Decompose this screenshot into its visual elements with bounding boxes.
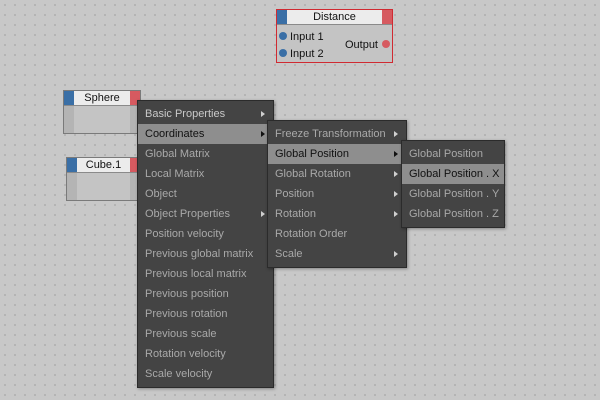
menu-item-label: Previous scale [145,328,217,340]
menu-item-label: Rotation [275,208,316,220]
menu-item-previous-local-matrix[interactable]: Previous local matrix [138,264,273,284]
menu-item-object[interactable]: Object [138,184,273,204]
sphere-node[interactable]: Sphere [63,90,141,134]
menu-item-label: Position velocity [145,228,224,240]
submenu-arrow-icon [394,191,398,197]
menu-item-label: Global Position . Y [409,188,500,200]
input-port-handle[interactable] [67,158,77,172]
menu-item-label: Global Position . X [409,168,500,180]
node-title: Distance [313,11,356,23]
node-header[interactable]: Cube.1 [67,158,140,173]
menu-item-position[interactable]: Position [268,184,406,204]
menu-item-previous-position[interactable]: Previous position [138,284,273,304]
node-body [64,106,140,133]
cube-node[interactable]: Cube.1 [66,157,141,201]
menu-item-label: Rotation velocity [145,348,226,360]
output-dot-icon[interactable] [382,40,390,49]
menu-item-label: Global Rotation [275,168,351,180]
menu-item-label: Object Properties [145,208,230,220]
menu-item-label: Rotation Order [275,228,348,240]
node-title: Cube.1 [85,159,122,171]
input-port-handle[interactable] [64,91,74,105]
submenu-arrow-icon [261,211,265,217]
node-body: Input 1 Input 2 Output [277,25,392,62]
distance-node[interactable]: Distance Input 1 Input 2 Output [276,9,393,63]
output-label: Output [344,39,378,51]
menu-item-previous-rotation[interactable]: Previous rotation [138,304,273,324]
menu-item-rotation[interactable]: Rotation [268,204,406,224]
input-dot-icon[interactable] [279,32,287,41]
menu-item-basic-properties[interactable]: Basic Properties [138,104,273,124]
menu-item-label: Object [145,188,177,200]
menu-item-label: Position [275,188,315,200]
menu-item-global-position[interactable]: Global Position [268,144,406,164]
node-header[interactable]: Sphere [64,91,140,106]
menu-item-label: Scale velocity [145,368,213,380]
menu-item-scale-velocity[interactable]: Scale velocity [138,364,273,384]
menu-item-label: Global Matrix [145,148,210,160]
menu-item-global-position-z[interactable]: Global Position . Z [402,204,504,224]
menu-item-object-properties[interactable]: Object Properties [138,204,273,224]
menu-item-label: Basic Properties [145,108,226,120]
menu-item-label: Previous local matrix [145,268,247,280]
submenu-arrow-icon [394,151,398,157]
submenu-arrow-icon [394,171,398,177]
input-2-port[interactable]: Input 2 [279,46,324,62]
menu-item-global-rotation[interactable]: Global Rotation [268,164,406,184]
menu-item-freeze-transformation[interactable]: Freeze Transformation [268,124,406,144]
output-port[interactable]: Output [345,37,390,53]
input-dot-icon[interactable] [279,49,287,58]
context-menu-global-position: Global Position Global Position . X Glob… [401,140,505,228]
menu-item-coordinates[interactable]: Coordinates [138,124,273,144]
menu-item-global-position-all[interactable]: Global Position [402,144,504,164]
menu-item-label: Previous global matrix [145,248,254,260]
menu-item-label: Previous rotation [145,308,228,320]
menu-item-label: Global Position . Z [409,208,499,220]
menu-item-label: Coordinates [145,128,205,140]
submenu-arrow-icon [394,251,398,257]
menu-item-local-matrix[interactable]: Local Matrix [138,164,273,184]
node-header[interactable]: Distance [277,10,392,25]
context-menu-coordinates: Freeze Transformation Global Position Gl… [267,120,407,268]
menu-item-global-matrix[interactable]: Global Matrix [138,144,273,164]
menu-item-global-position-y[interactable]: Global Position . Y [402,184,504,204]
menu-item-label: Global Position [275,148,349,160]
menu-item-global-position-x[interactable]: Global Position . X [402,164,504,184]
menu-item-position-velocity[interactable]: Position velocity [138,224,273,244]
node-left-strip [67,173,77,200]
menu-item-label: Scale [275,248,303,260]
menu-item-scale[interactable]: Scale [268,244,406,264]
output-port-handle[interactable] [382,10,392,24]
menu-item-previous-global-matrix[interactable]: Previous global matrix [138,244,273,264]
input-1-port[interactable]: Input 1 [279,29,324,45]
menu-item-label: Global Position [409,148,483,160]
node-left-strip [64,106,74,133]
submenu-arrow-icon [261,111,265,117]
context-menu-main: Basic Properties Coordinates Global Matr… [137,100,274,388]
submenu-arrow-icon [261,131,265,137]
menu-item-label: Previous position [145,288,229,300]
menu-item-previous-scale[interactable]: Previous scale [138,324,273,344]
submenu-arrow-icon [394,211,398,217]
input-port-handle[interactable] [277,10,287,24]
input-1-label: Input 1 [290,31,324,43]
menu-item-rotation-order[interactable]: Rotation Order [268,224,406,244]
menu-item-rotation-velocity[interactable]: Rotation velocity [138,344,273,364]
submenu-arrow-icon [394,131,398,137]
menu-item-label: Local Matrix [145,168,205,180]
menu-item-label: Freeze Transformation [275,128,386,140]
node-title: Sphere [84,92,120,104]
node-body [67,173,140,200]
input-2-label: Input 2 [290,48,324,60]
